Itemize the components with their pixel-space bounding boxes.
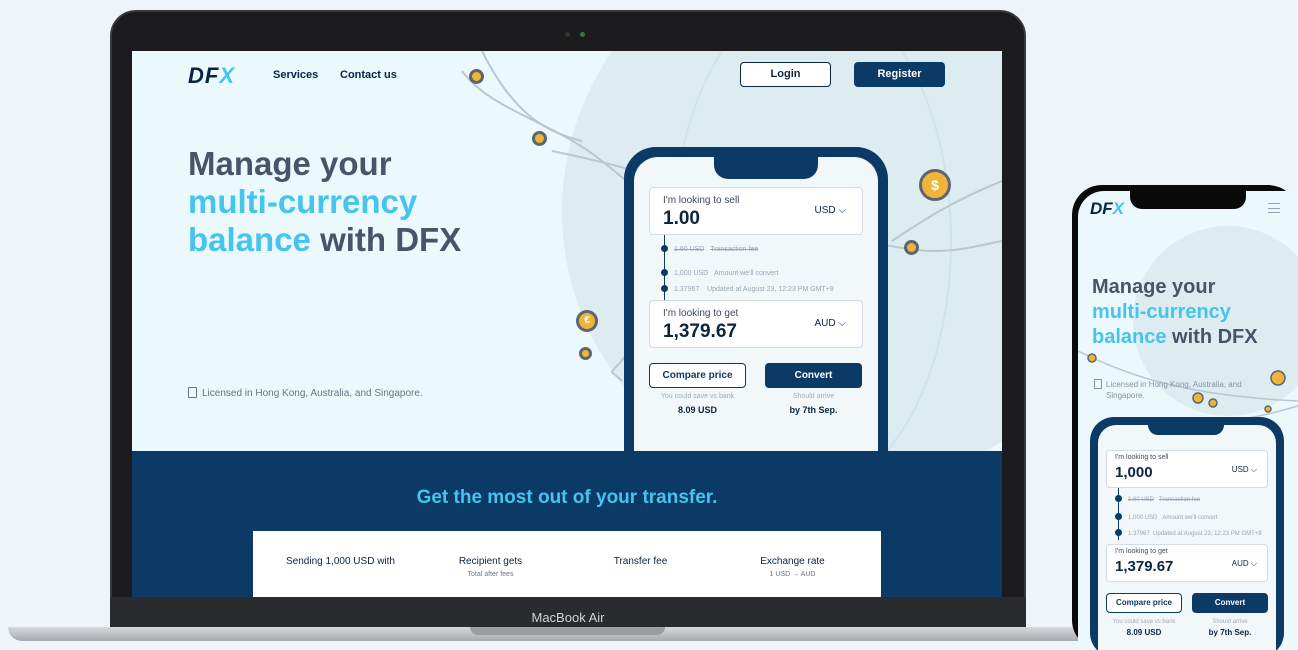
login-button[interactable]: Login bbox=[740, 62, 831, 87]
convert-step: 1,000 USD Amount we'll convert bbox=[661, 269, 778, 277]
hamburger-menu-icon[interactable] bbox=[1268, 203, 1280, 213]
macbook-screen: DFX Services Contact us Login Register M… bbox=[132, 51, 1002, 597]
mobile-phone-screen: I'm looking to sell 1,000 USD ⌵ 1.60 USD… bbox=[1098, 425, 1276, 650]
get-currency-select[interactable]: AUD ⌵ bbox=[815, 318, 847, 329]
document-icon bbox=[1094, 379, 1102, 389]
savings-value: 8.09 USD bbox=[677, 405, 718, 415]
convert-button[interactable]: Convert bbox=[765, 363, 862, 388]
licensed-note: Licensed in Hong Kong, Australia, and Si… bbox=[188, 387, 423, 399]
nav-services[interactable]: Services bbox=[273, 69, 318, 81]
macbook-label: MacBook Air bbox=[531, 610, 605, 625]
sell-currency-select[interactable]: USD ⌵ bbox=[815, 205, 847, 216]
get-field[interactable]: I'm looking to get 1,379.67 AUD ⌵ bbox=[649, 300, 863, 348]
mobile-phone-notch bbox=[1148, 417, 1224, 435]
coin-dot bbox=[469, 69, 484, 84]
get-amount[interactable]: 1,379.67 bbox=[663, 321, 737, 343]
mobile-compare-button[interactable]: Compare price bbox=[1106, 593, 1182, 613]
mobile-licensed-note: Licensed in Hong Kong, Australia, and Sin… bbox=[1094, 379, 1274, 401]
mobile-headline: Manage your multi-currency balance with … bbox=[1092, 276, 1258, 348]
sell-field[interactable]: I'm looking to sell 1.00 USD ⌵ bbox=[649, 187, 863, 235]
arrival-value: by 7th Sep. bbox=[789, 405, 838, 415]
euro-coin-icon: € bbox=[576, 310, 598, 332]
document-icon bbox=[188, 387, 197, 398]
table-header: Recipient gets bbox=[458, 556, 523, 567]
fee-step: 1.60 USD Transaction fee bbox=[661, 245, 758, 253]
camera-indicator bbox=[580, 32, 585, 37]
dfx-logo[interactable]: DFX bbox=[188, 63, 235, 89]
showcase-stage: DFX Services Contact us Login Register M… bbox=[0, 0, 1298, 650]
transfer-title: Get the most out of your transfer. bbox=[416, 487, 718, 508]
table-header: Exchange rate bbox=[760, 556, 825, 567]
table-header: Sending 1,000 USD with bbox=[286, 556, 395, 567]
register-button[interactable]: Register bbox=[854, 62, 945, 87]
mobile-get-field[interactable]: I'm looking to get 1,379.67 AUD ⌵ bbox=[1106, 544, 1268, 582]
compare-price-button[interactable]: Compare price bbox=[649, 363, 746, 388]
rate-step: 1.37967 Updated at August 23, 12:23 PM G… bbox=[661, 285, 834, 293]
coin-dot bbox=[579, 347, 592, 360]
hero-headline: Manage your multi-currency balance with … bbox=[188, 145, 462, 258]
mobile-convert-button[interactable]: Convert bbox=[1192, 593, 1268, 613]
phone-notch bbox=[714, 157, 818, 179]
iphone-screen: DFX Manage your multi-currency balance w… bbox=[1078, 191, 1298, 650]
iphone-notch bbox=[1130, 191, 1246, 209]
macbook-hinge bbox=[470, 627, 665, 635]
chevron-down-icon: ⌵ bbox=[838, 205, 846, 216]
dfx-logo[interactable]: DFX bbox=[1090, 199, 1124, 219]
nav-contact[interactable]: Contact us bbox=[340, 69, 397, 81]
sell-amount[interactable]: 1.00 bbox=[663, 208, 700, 230]
phone-screen: I'm looking to sell 1.00 USD ⌵ 1.60 USD … bbox=[634, 157, 878, 451]
comparison-table: Sending 1,000 USD with Recipient gets To… bbox=[253, 531, 881, 597]
coin-dot bbox=[532, 131, 547, 146]
dollar-coin-icon: $ bbox=[919, 169, 951, 201]
chevron-down-icon: ⌵ bbox=[1250, 559, 1257, 568]
coin-dot bbox=[904, 240, 919, 255]
mobile-sell-field[interactable]: I'm looking to sell 1,000 USD ⌵ bbox=[1106, 450, 1268, 488]
table-header: Transfer fee bbox=[613, 556, 668, 567]
chevron-down-icon: ⌵ bbox=[1250, 465, 1257, 474]
hero-section: DFX Services Contact us Login Register M… bbox=[132, 51, 1002, 451]
chevron-down-icon: ⌵ bbox=[838, 318, 846, 329]
phone-mockup: I'm looking to sell 1.00 USD ⌵ 1.60 USD … bbox=[624, 147, 888, 451]
camera-dot bbox=[565, 32, 570, 37]
